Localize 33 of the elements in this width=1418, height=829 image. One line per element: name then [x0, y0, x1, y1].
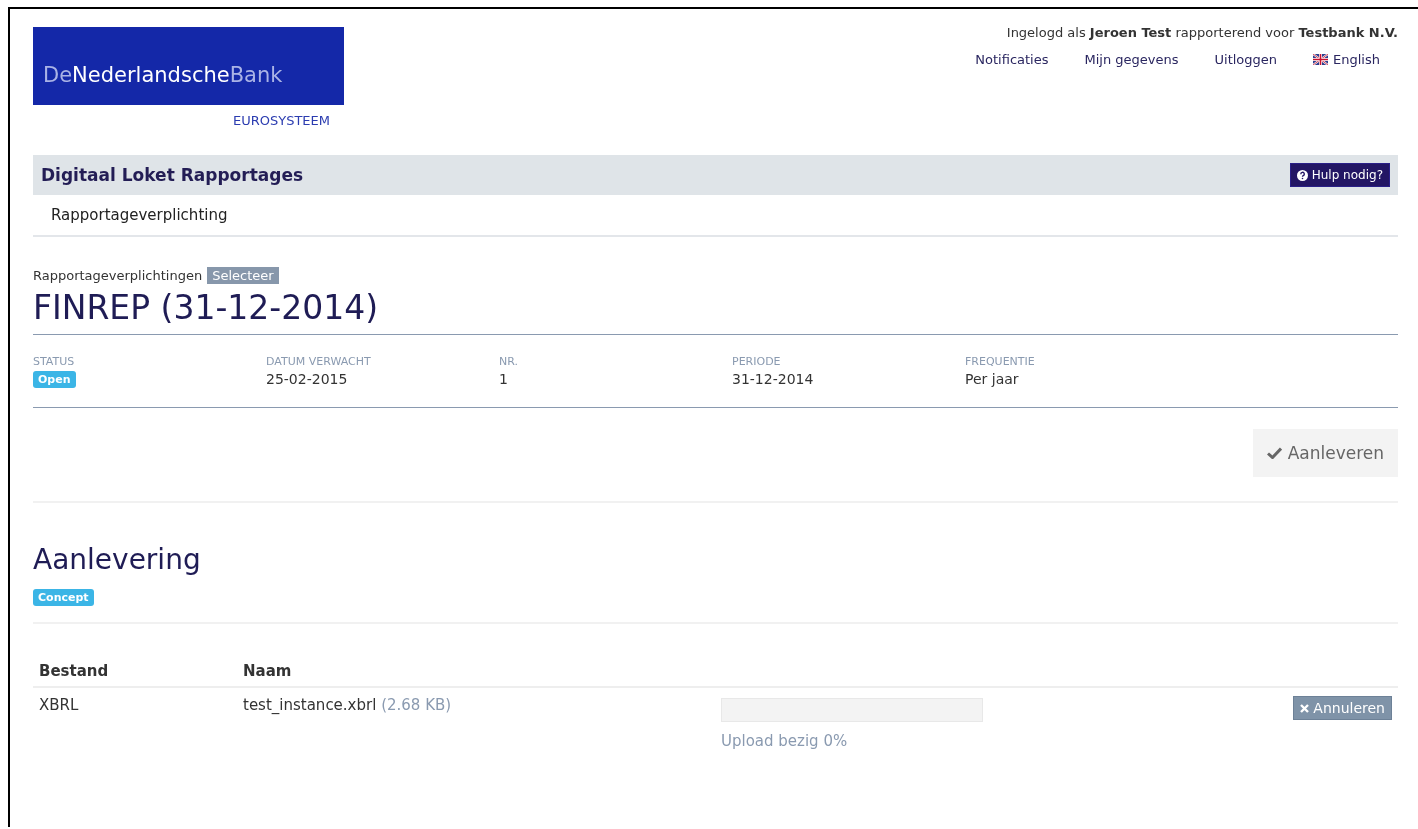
header-link[interactable]: Notificaties: [975, 52, 1049, 67]
field-label: NR.: [499, 355, 519, 368]
app-title: Digitaal Loket Rapportages: [41, 165, 304, 185]
page-title: FINREP (31-12-2014): [33, 288, 380, 329]
nav-item[interactable]: Rapportageverplichting: [51, 206, 228, 224]
column-header: Bestand: [33, 658, 237, 687]
logo-subtitle: EUROSYSTEEM: [232, 113, 330, 128]
table-cell: XBRL: [33, 687, 237, 758]
close-icon: [1300, 703, 1310, 713]
language-link[interactable]: English: [1313, 52, 1380, 67]
field-value: Per jaar: [965, 371, 1020, 387]
breadcrumb-label: Rapportageverplichtingen: [33, 268, 203, 283]
column-header: Naam: [237, 658, 715, 687]
field-value: 1: [499, 371, 509, 387]
status-badge: Concept: [33, 589, 94, 606]
header-link[interactable]: Mijn gegevens: [1084, 52, 1179, 67]
status-badge: Open: [33, 371, 76, 388]
progress-text: Upload bezig 0%: [721, 732, 849, 750]
field-label: STATUS: [33, 355, 76, 368]
file-name: test_instance.xbrl (2.68 KB): [237, 687, 715, 758]
flag-icon: [1313, 54, 1329, 65]
field-label: DATUM VERWACHT: [266, 355, 372, 368]
field-label: PERIODE: [732, 355, 782, 368]
header-link[interactable]: Uitloggen: [1214, 52, 1278, 67]
login-info: Ingelogd als Jeroen Test rapporterend voor Testbank N.V.: [1006, 25, 1398, 40]
help-button[interactable]: Hulp nodig?: [1289, 163, 1390, 187]
section-title: Aanlevering: [33, 543, 202, 576]
field-value: 25-02-2015: [266, 371, 349, 387]
help-icon: [1296, 169, 1308, 181]
check-icon: [1266, 447, 1282, 459]
bank-logo: DeNederlandscheBank: [33, 27, 344, 105]
field-label: FREQUENTIE: [965, 355, 1036, 368]
field-value: 31-12-2014: [732, 371, 815, 387]
